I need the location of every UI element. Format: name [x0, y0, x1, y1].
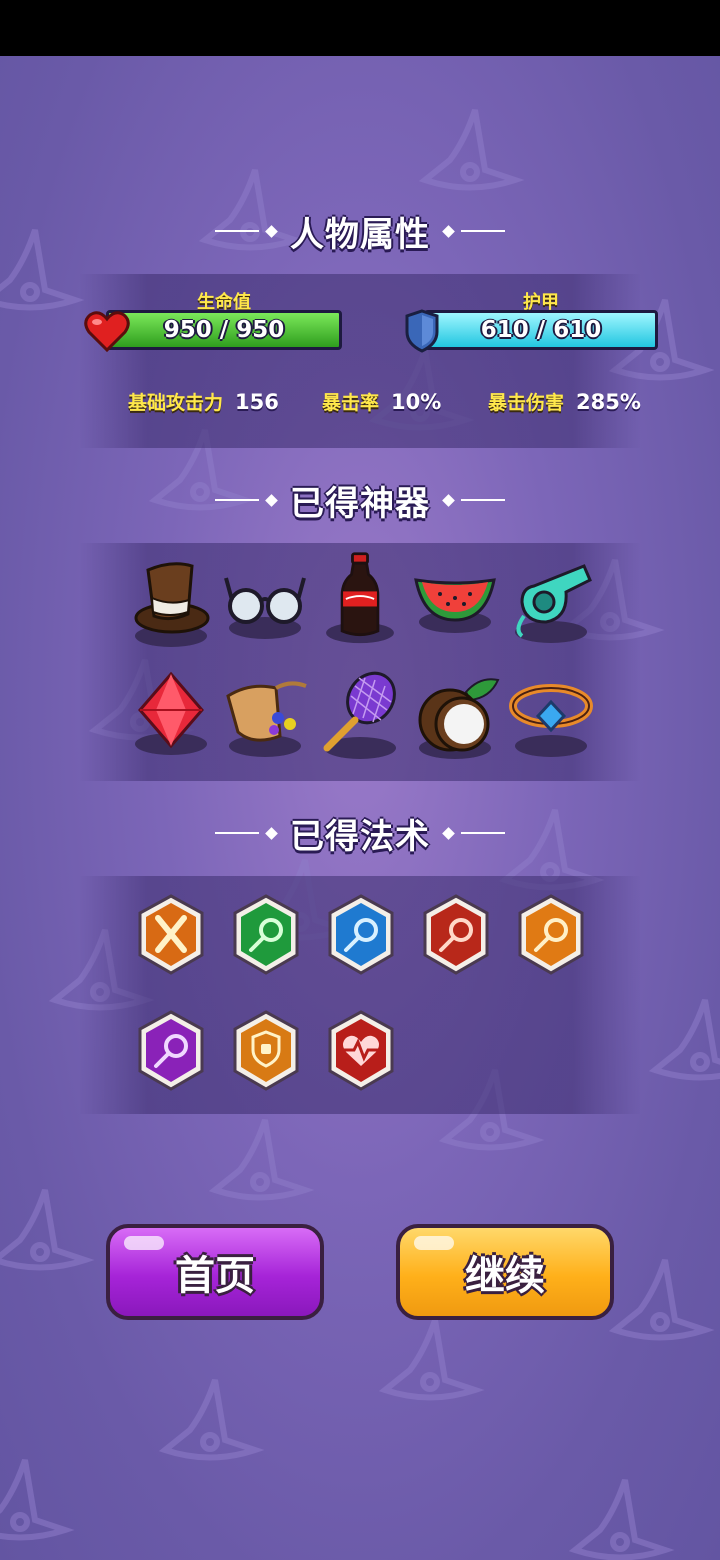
- glasses-icon[interactable]: [220, 556, 310, 652]
- green-comet-icon[interactable]: [231, 894, 301, 976]
- heart-pulse-icon[interactable]: [326, 1010, 396, 1092]
- armor-value: 610 / 610: [480, 317, 602, 343]
- stat-value: 156: [235, 390, 279, 414]
- whistle-icon[interactable]: [506, 556, 596, 652]
- attributes-title-text: 人物属性: [290, 214, 430, 255]
- red-comet-icon[interactable]: [421, 894, 491, 976]
- watermelon-icon[interactable]: [410, 556, 500, 652]
- title-ornament-right: [442, 826, 505, 840]
- stat-crit-damage: 暴击伤害 285%: [488, 388, 641, 415]
- cola-bottle-icon[interactable]: [315, 550, 405, 646]
- artifacts-section-title: 已得神器: [0, 475, 720, 525]
- stat-value: 285%: [576, 390, 641, 414]
- stat-value: 10%: [391, 390, 442, 414]
- armor-bar: 610 / 610: [424, 310, 658, 350]
- armor-bar-group: 护甲 610 / 610: [424, 292, 658, 354]
- stat-label: 基础攻击力: [128, 392, 224, 414]
- stat-label: 暴击伤害: [488, 392, 565, 414]
- continue-button[interactable]: 继续: [396, 1224, 614, 1320]
- shield-icon[interactable]: [231, 1010, 301, 1092]
- purple-comet-icon[interactable]: [136, 1010, 206, 1092]
- health-bar-group: 生命值 950 / 950: [106, 292, 342, 354]
- home-button-label: 首页: [175, 1253, 255, 1299]
- spells-section-title: 已得法术: [0, 808, 720, 858]
- shield-armor-icon: [405, 309, 439, 353]
- stat-label: 暴击率: [322, 392, 380, 414]
- crossed-swords-icon[interactable]: [136, 894, 206, 976]
- top-hat-icon[interactable]: [126, 556, 216, 652]
- button-shine: [414, 1236, 454, 1250]
- red-gem-icon[interactable]: [126, 666, 216, 762]
- home-button[interactable]: 首页: [106, 1224, 324, 1320]
- status-bar: [0, 0, 720, 56]
- button-shine: [124, 1236, 164, 1250]
- health-value: 950 / 950: [163, 317, 285, 343]
- title-ornament-left: [215, 826, 278, 840]
- orange-comet-icon[interactable]: [516, 894, 586, 976]
- coconut-icon[interactable]: [410, 666, 500, 762]
- ring-icon[interactable]: [506, 666, 596, 762]
- title-ornament-right: [442, 493, 505, 507]
- gem-bag-icon[interactable]: [220, 666, 310, 762]
- spells-title-text: 已得法术: [290, 816, 430, 857]
- title-ornament-left: [215, 493, 278, 507]
- title-ornament-left: [215, 224, 278, 238]
- heart-icon: [84, 311, 130, 352]
- health-bar: 950 / 950: [106, 310, 342, 350]
- stat-base-attack: 基础攻击力 156: [128, 388, 279, 415]
- tennis-racket-icon[interactable]: [315, 666, 405, 762]
- blue-comet-icon[interactable]: [326, 894, 396, 976]
- artifacts-title-text: 已得神器: [290, 483, 430, 524]
- title-ornament-right: [442, 224, 505, 238]
- continue-button-label: 继续: [465, 1253, 545, 1299]
- stat-crit-rate: 暴击率 10%: [322, 388, 441, 415]
- result-screen: 人物属性 生命值 950 / 950 护甲 610 / 610 基础攻击力 156…: [0, 0, 720, 1560]
- attributes-section-title: 人物属性: [0, 206, 720, 256]
